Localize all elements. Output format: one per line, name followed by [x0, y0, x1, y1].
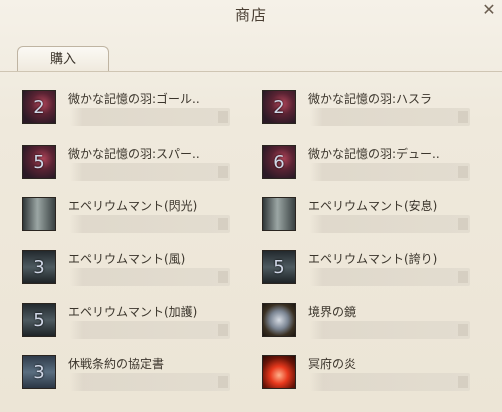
- feather-icon: 2: [262, 90, 296, 124]
- cloak-icon: [262, 197, 296, 231]
- price-value: [458, 376, 468, 388]
- item-name: エペリウムマント(閃光): [68, 199, 198, 213]
- price-value: [458, 111, 468, 123]
- item-count: 5: [273, 257, 285, 278]
- price-value: [218, 324, 228, 336]
- shop-item[interactable]: 5 微かな記憶の羽:スパー..: [22, 145, 232, 185]
- item-name: エペリウムマント(風): [68, 252, 186, 266]
- item-name: エペリウムマント(誇り): [308, 252, 438, 266]
- item-price-bar: [310, 215, 470, 233]
- feather-icon: 2: [22, 90, 56, 124]
- item-name: 微かな記憶の羽:スパー..: [68, 147, 200, 161]
- tab-buy[interactable]: 購入: [17, 46, 109, 72]
- item-price-bar: [70, 108, 230, 126]
- cloak-icon: 5: [262, 250, 296, 284]
- close-icon[interactable]: ✕: [480, 1, 498, 19]
- price-value: [458, 166, 468, 178]
- price-value: [218, 218, 228, 230]
- shop-item[interactable]: 3 エペリウムマント(風): [22, 250, 232, 290]
- shop-item[interactable]: 3 休戦条約の協定書: [22, 355, 232, 395]
- flame-icon: [262, 355, 296, 389]
- shop-item[interactable]: エペリウムマント(閃光): [22, 197, 232, 237]
- shop-item[interactable]: エペリウムマント(安息): [262, 197, 472, 237]
- price-value: [458, 271, 468, 283]
- price-value: [458, 324, 468, 336]
- item-count: 5: [33, 152, 45, 173]
- item-name: エペリウムマント(安息): [308, 199, 438, 213]
- shop-item[interactable]: 5 エペリウムマント(誇り): [262, 250, 472, 290]
- item-price-bar: [310, 163, 470, 181]
- item-count: 5: [33, 310, 45, 331]
- item-count: 2: [33, 97, 45, 118]
- shop-item[interactable]: 2 微かな記憶の羽:ハスラ: [262, 90, 472, 130]
- item-name: 冥府の炎: [308, 357, 357, 371]
- item-count: 3: [33, 362, 45, 383]
- item-price-bar: [70, 163, 230, 181]
- item-name: 微かな記憶の羽:ゴール..: [68, 92, 200, 106]
- item-price-bar: [70, 373, 230, 391]
- shop-window: 商店 ✕ 購入 2 微かな記憶の羽:ゴール.. 2 微かな記憶の羽:ハスラ 5 …: [0, 0, 502, 412]
- mirror-icon: [262, 303, 296, 337]
- item-name: 微かな記憶の羽:デュー..: [308, 147, 440, 161]
- price-value: [218, 111, 228, 123]
- window-title: 商店: [234, 6, 267, 24]
- item-price-bar: [70, 321, 230, 339]
- feather-icon: 5: [22, 145, 56, 179]
- item-price-bar: [310, 108, 470, 126]
- item-count: 3: [33, 257, 45, 278]
- price-value: [218, 376, 228, 388]
- shop-item[interactable]: 冥府の炎: [262, 355, 472, 395]
- price-value: [218, 166, 228, 178]
- item-name: エペリウムマント(加護): [68, 305, 198, 319]
- cloak-icon: [22, 197, 56, 231]
- item-price-bar: [70, 215, 230, 233]
- item-name: 微かな記憶の羽:ハスラ: [308, 92, 433, 106]
- item-price-bar: [70, 268, 230, 286]
- shop-item[interactable]: 2 微かな記憶の羽:ゴール..: [22, 90, 232, 130]
- item-price-bar: [310, 268, 470, 286]
- shop-item[interactable]: 5 エペリウムマント(加護): [22, 303, 232, 343]
- item-name: 境界の鏡: [308, 305, 357, 319]
- price-value: [218, 271, 228, 283]
- tab-divider: [0, 71, 502, 72]
- item-price-bar: [310, 321, 470, 339]
- feather-icon: 6: [262, 145, 296, 179]
- item-price-bar: [310, 373, 470, 391]
- item-name: 休戦条約の協定書: [68, 357, 165, 371]
- item-count: 6: [273, 152, 285, 173]
- item-count: 2: [273, 97, 285, 118]
- price-value: [458, 218, 468, 230]
- cloak-icon: 5: [22, 303, 56, 337]
- shop-item[interactable]: 境界の鏡: [262, 303, 472, 343]
- scroll-icon: 3: [22, 355, 56, 389]
- shop-item[interactable]: 6 微かな記憶の羽:デュー..: [262, 145, 472, 185]
- cloak-icon: 3: [22, 250, 56, 284]
